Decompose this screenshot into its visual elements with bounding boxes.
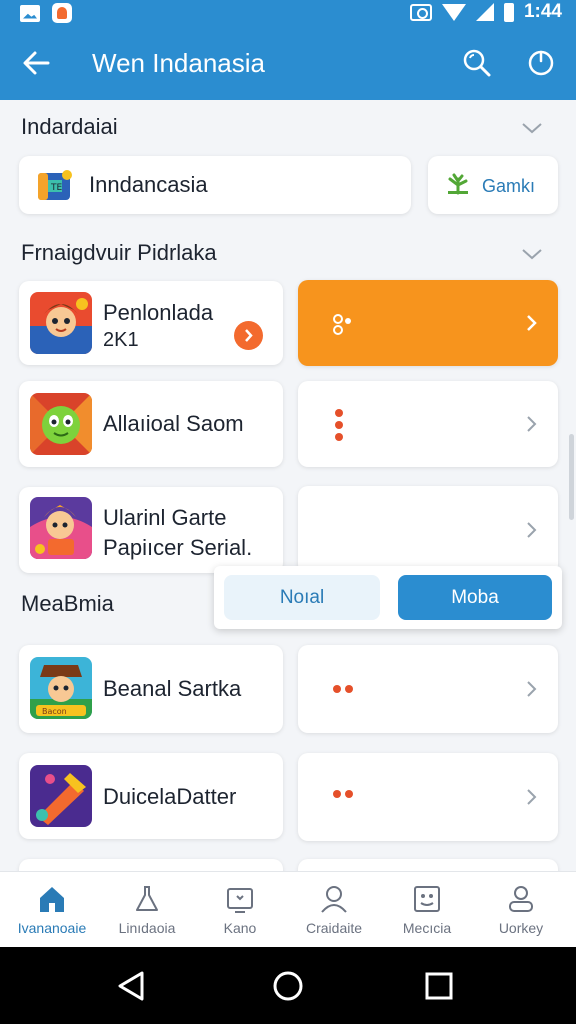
battery-icon — [503, 2, 514, 22]
person-icon — [319, 884, 349, 914]
game-thumbnail-icon — [30, 765, 92, 827]
recents-square-icon[interactable] — [422, 969, 456, 1003]
game-title: DuicelaDatter — [103, 784, 237, 809]
chevron-down-icon[interactable] — [520, 121, 544, 135]
section-title-3: MeaBmia — [21, 591, 114, 616]
game-card[interactable]: Penlonlada 2K1 — [19, 281, 283, 365]
plant-icon — [446, 173, 470, 195]
app-notification-icon — [52, 3, 72, 23]
home-icon — [37, 884, 67, 914]
signal-icon — [475, 3, 494, 21]
app-bar: Wen Indanasia — [0, 26, 576, 100]
image-notification-icon — [20, 4, 40, 22]
game-button-label: Gamkı — [482, 176, 536, 196]
game-card[interactable]: Ularinl Garte Papiıcer Serial. — [19, 487, 283, 573]
nav-label: Mecıcia — [402, 920, 452, 936]
game-card[interactable]: Allaıioal Saom — [19, 381, 283, 467]
search-icon[interactable] — [462, 48, 492, 78]
game-action-card[interactable] — [298, 753, 558, 841]
game-thumbnail-icon — [30, 292, 92, 354]
nav-label: Linıdaoia — [118, 920, 176, 936]
flag-icon: TE — [37, 170, 73, 202]
nav-item-home[interactable]: Ivananoaie — [4, 872, 100, 948]
game-title: Ularinl Garte — [103, 505, 227, 530]
game-subtitle: 2K1 — [103, 329, 139, 351]
game-thumbnail-icon — [30, 497, 92, 559]
nav-label: Uorkey — [498, 920, 544, 936]
game-card[interactable]: DuicelaDatter — [19, 753, 283, 839]
game-subtitle: Papiıcer Serial. — [103, 535, 253, 560]
profile-icon — [506, 884, 536, 914]
status-bar: 1:44 — [0, 0, 576, 26]
status-time: 1:44 — [523, 1, 562, 22]
game-action-card[interactable] — [298, 381, 558, 467]
back-arrow-icon[interactable] — [20, 48, 52, 78]
game-card[interactable]: Bacon Beanal Sartka — [19, 645, 283, 733]
game-action-card[interactable] — [298, 280, 558, 366]
game-title: Allaıioal Saom — [103, 411, 244, 436]
play-arrow-icon[interactable] — [234, 321, 263, 350]
flask-icon — [132, 884, 162, 914]
game-button[interactable]: Gamkı — [428, 156, 558, 214]
nav-item-create[interactable]: Craidaite — [286, 872, 382, 948]
game-title: Penlonlada — [103, 300, 214, 325]
nav-label: Kano — [223, 920, 257, 936]
dots-icon — [332, 312, 356, 336]
face-box-icon — [412, 884, 442, 914]
home-circle-icon[interactable] — [271, 969, 305, 1003]
country-field[interactable]: TE Inndancasia — [19, 156, 411, 214]
game-thumbnail-icon — [30, 393, 92, 455]
nav-item-lab[interactable]: Linıdaoia — [99, 872, 195, 948]
mode-option-normal[interactable]: Noıal — [224, 575, 380, 620]
nav-item-profile[interactable]: Uorkey — [473, 872, 569, 948]
chevron-right-icon — [526, 788, 538, 806]
game-action-card[interactable] — [298, 645, 558, 733]
nav-label: Ivananoaie — [17, 920, 87, 936]
mode-option-mobile[interactable]: Moba — [398, 575, 552, 620]
nav-item-media[interactable]: Mecıcia — [379, 872, 475, 948]
nav-item-kano[interactable]: Kano — [192, 872, 288, 948]
game-title: Beanal Sartka — [103, 676, 242, 701]
page-title: Wen Indanasia — [92, 48, 265, 78]
game-action-card[interactable] — [298, 486, 558, 574]
scrollbar[interactable] — [569, 434, 574, 520]
chevron-right-icon — [526, 415, 538, 433]
mode-selector-popup: Noıal Moba — [214, 566, 562, 629]
chevron-right-icon — [526, 680, 538, 698]
wifi-icon — [441, 3, 466, 21]
back-triangle-icon[interactable] — [114, 969, 148, 1003]
bottom-navigation: Ivananoaie Linıdaoia Kano Craidaite Mecı… — [0, 871, 576, 947]
section-title-1: Indardaiai — [21, 114, 118, 139]
chevron-right-icon — [526, 314, 538, 332]
nav-label: Craidaite — [305, 920, 363, 936]
chevron-right-icon — [526, 521, 538, 539]
camera-status-icon — [409, 3, 432, 21]
country-field-value: Inndancasia — [89, 172, 208, 197]
section-title-2: Frnaigdvuir Pidrlaka — [21, 240, 217, 265]
svg-text:Bacon: Bacon — [42, 707, 67, 716]
svg-text:TE: TE — [50, 183, 62, 193]
power-icon[interactable] — [525, 48, 557, 78]
chevron-down-icon[interactable] — [520, 247, 544, 261]
screen-icon — [225, 884, 255, 914]
system-navigation-bar — [0, 947, 576, 1024]
game-thumbnail-icon: Bacon — [30, 657, 92, 719]
